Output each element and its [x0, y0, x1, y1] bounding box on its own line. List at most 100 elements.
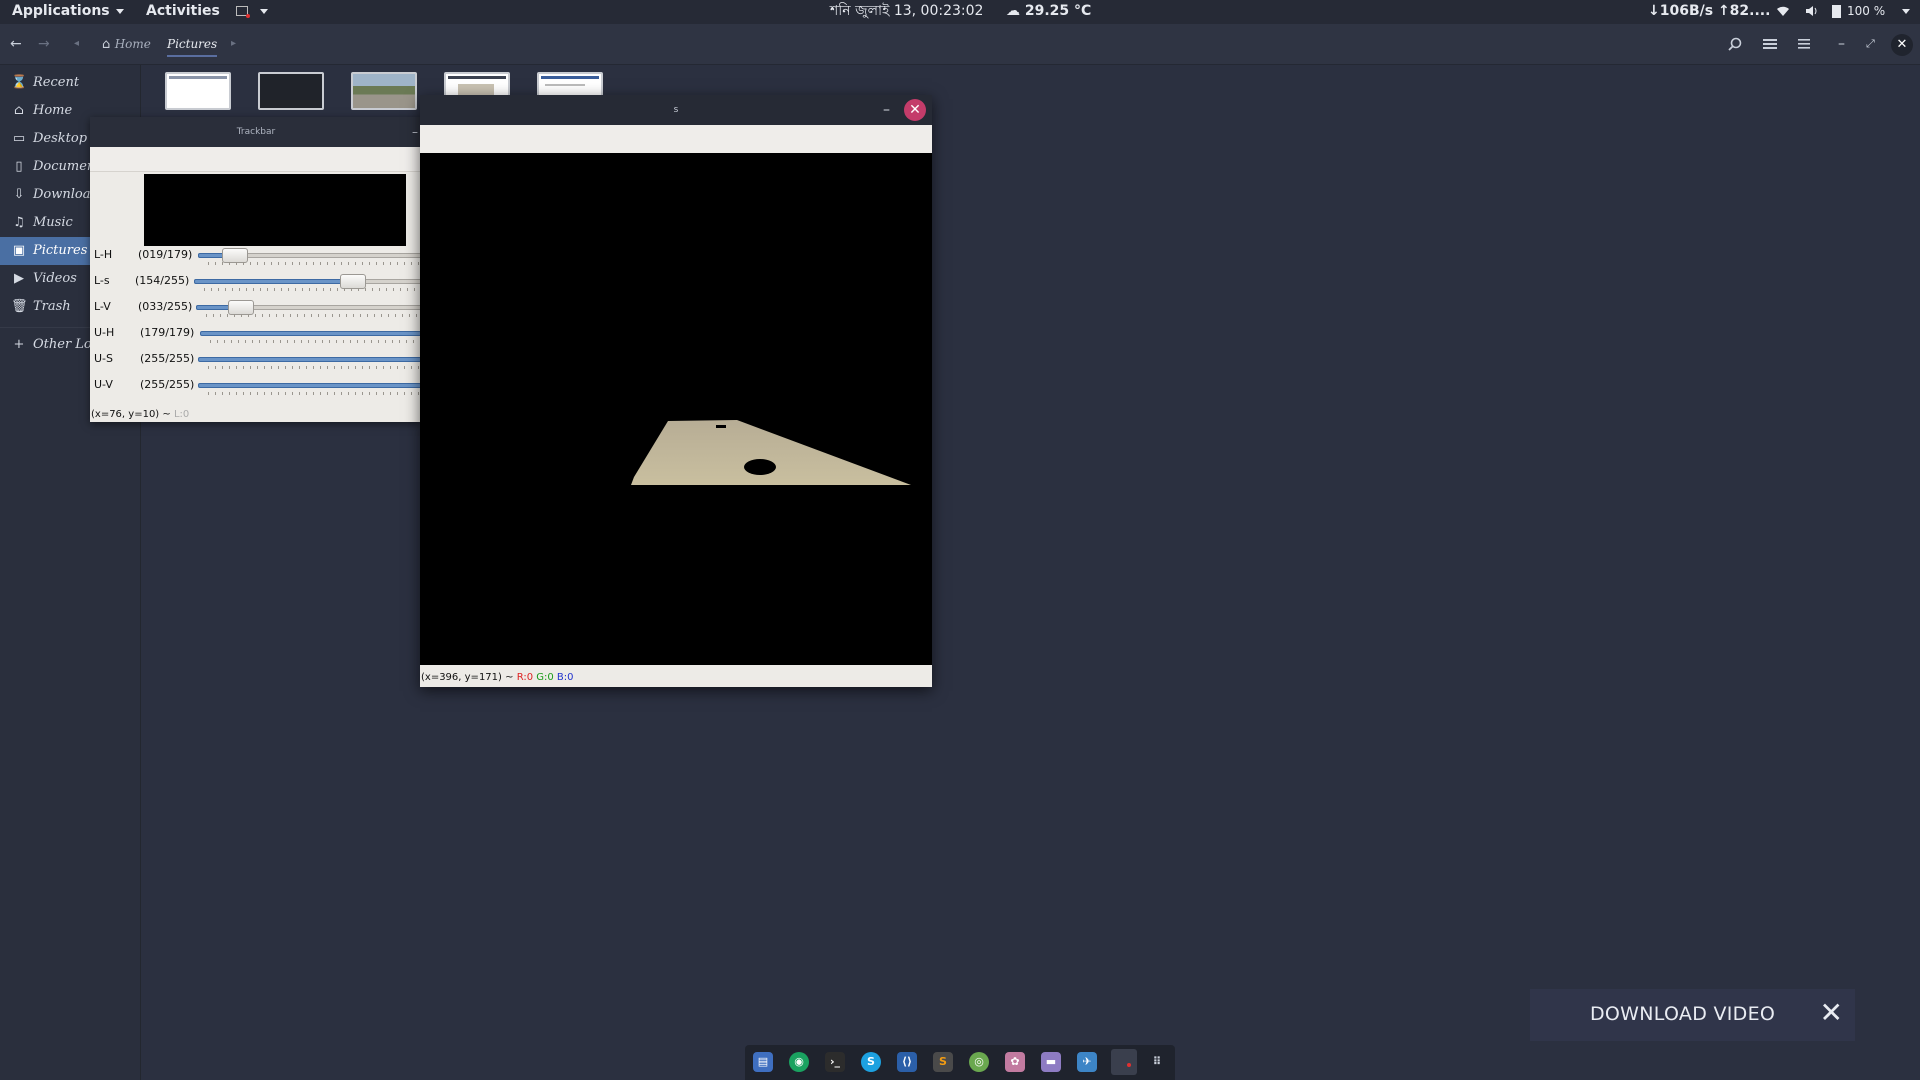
- close-button[interactable]: ✕: [904, 99, 926, 121]
- sidebar-item-label: Home: [33, 103, 73, 118]
- power-menu[interactable]: [1896, 0, 1910, 24]
- status-value: L:0: [173, 409, 190, 420]
- arrow-left-icon: ←: [10, 36, 22, 52]
- skype-icon[interactable]: S: [861, 1052, 881, 1072]
- menu-button[interactable]: [1798, 24, 1810, 64]
- arrow-right-icon: →: [38, 36, 50, 52]
- slider-ticks: [208, 366, 422, 369]
- chevron-down-icon: [115, 8, 124, 14]
- applications-label: Applications: [12, 3, 110, 19]
- volume-icon[interactable]: [1805, 0, 1819, 24]
- slider-row: L-s (154/255): [90, 268, 422, 294]
- weather-icon: ☁: [1006, 3, 1020, 19]
- vscode-icon[interactable]: ⟨⟩: [897, 1052, 917, 1072]
- dock: ▤ ◉ ›_ S ⟨⟩ S ◎ ✿ ▬ ✈ ⠿: [745, 1045, 1175, 1080]
- download-video-label[interactable]: DOWNLOAD VIDEO: [1590, 1003, 1775, 1025]
- android-studio-icon[interactable]: ◎: [969, 1052, 989, 1072]
- maximize-button[interactable]: ⤢: [1866, 24, 1875, 64]
- trackbar-titlebar[interactable]: Trackbar –: [90, 117, 422, 147]
- sidebar-item-label: Music: [33, 215, 73, 230]
- home-icon: ⌂: [14, 103, 24, 118]
- sublime-icon[interactable]: S: [933, 1052, 953, 1072]
- home-icon: ⌂: [102, 37, 111, 52]
- file-manager-headerbar: ← → ◂ ⌂ Home Pictures ▸ – ⤢ ✕: [0, 24, 1920, 65]
- screen-recorder-icon: [236, 6, 250, 18]
- hamburger-icon: [1798, 39, 1810, 49]
- close-icon: ✕: [1891, 34, 1913, 56]
- video-icon: ▶: [14, 271, 24, 286]
- masked-image-canvas[interactable]: [420, 153, 932, 665]
- applications-menu[interactable]: Applications: [12, 0, 124, 24]
- file-thumbnail[interactable]: [351, 72, 417, 110]
- screen-recorder-icon[interactable]: [1111, 1049, 1137, 1075]
- slider-value: (154/255): [135, 274, 190, 287]
- app-grid-icon[interactable]: ⠿: [1147, 1052, 1167, 1072]
- slider-fill[interactable]: [200, 331, 422, 336]
- slider-ticks: [206, 314, 422, 317]
- breadcrumb-home[interactable]: ⌂ Home: [102, 24, 151, 64]
- app-grid-pink-icon[interactable]: ✿: [1005, 1052, 1025, 1072]
- slider-name: L-V: [94, 300, 111, 313]
- slider-fill[interactable]: [198, 357, 422, 362]
- slider-handle[interactable]: [340, 274, 366, 289]
- chat-icon[interactable]: ▬: [1041, 1052, 1061, 1072]
- list-view-icon: [1763, 39, 1777, 49]
- slider-value: (255/255): [140, 352, 195, 365]
- clock[interactable]: শনি জুলাই 13, 00:23:02: [830, 0, 983, 24]
- files-app-icon[interactable]: ▤: [753, 1052, 773, 1072]
- temperature: 29.25 °C: [1024, 3, 1092, 19]
- terminal-icon[interactable]: ›_: [825, 1052, 845, 1072]
- wifi-icon[interactable]: [1776, 0, 1790, 24]
- close-icon: ✕: [909, 102, 921, 118]
- sidebar-item-recent[interactable]: ⌛ Recent: [0, 69, 140, 97]
- s-titlebar[interactable]: s – ✕: [420, 95, 932, 125]
- breadcrumb-scroll-left[interactable]: ◂: [74, 24, 79, 64]
- status-coords: (x=396, y=171) ~: [421, 672, 514, 683]
- chevron-down-icon: [260, 8, 268, 14]
- weather-indicator[interactable]: ☁ 29.25 °C: [1006, 0, 1091, 24]
- breadcrumb-pictures[interactable]: Pictures: [167, 24, 218, 64]
- status-red: R:0: [516, 672, 534, 683]
- music-icon: ♫: [13, 215, 25, 230]
- slider-ticks: [208, 392, 422, 395]
- clock-icon: ⌛: [11, 75, 28, 90]
- slider-name: L-s: [94, 274, 110, 287]
- chevron-right-icon: ▸: [231, 38, 237, 49]
- sidebar-item-label: Trash: [33, 299, 71, 314]
- close-icon[interactable]: ✕: [1820, 999, 1843, 1027]
- status-coords: (x=76, y=10) ~: [91, 409, 171, 420]
- slider-row: L-H (019/179): [90, 242, 422, 268]
- download-video-banner[interactable]: DOWNLOAD VIDEO ✕: [1530, 989, 1855, 1041]
- breadcrumb-scroll-right[interactable]: ▸: [231, 24, 236, 64]
- file-thumbnail[interactable]: [258, 72, 324, 110]
- back-button[interactable]: ←: [10, 24, 22, 64]
- slider-value: (255/255): [140, 378, 195, 391]
- slider-handle[interactable]: [222, 248, 248, 263]
- window-title: s: [673, 105, 679, 115]
- trackbar-toolbar: [90, 147, 422, 172]
- chrome-icon[interactable]: ◉: [789, 1052, 809, 1072]
- top-panel: Applications Activities শনি জুলাই 13, 00…: [0, 0, 1920, 24]
- plane-icon[interactable]: ✈: [1077, 1052, 1097, 1072]
- slider-handle[interactable]: [228, 300, 254, 315]
- app-indicator[interactable]: [236, 0, 268, 24]
- slider-ticks: [204, 288, 422, 291]
- chevron-down-icon: [1902, 8, 1910, 14]
- slider-row: U-H (179/179): [90, 320, 422, 346]
- battery-indicator[interactable]: 100 %: [1832, 0, 1885, 24]
- view-options-button[interactable]: [1763, 24, 1777, 64]
- close-button[interactable]: ✕: [1891, 24, 1913, 64]
- breadcrumb-home-label: Home: [114, 37, 151, 51]
- search-button[interactable]: [1728, 24, 1742, 64]
- sidebar-item-label: Pictures: [33, 243, 88, 258]
- minimize-button[interactable]: –: [1838, 24, 1845, 64]
- status-blue: B:0: [556, 672, 574, 683]
- activities-button[interactable]: Activities: [146, 0, 220, 24]
- slider-fill[interactable]: [198, 383, 422, 388]
- network-speed[interactable]: ↓106B/s ↑82....: [1648, 0, 1770, 24]
- masked-road-image: [631, 420, 911, 485]
- minimize-button[interactable]: –: [883, 95, 890, 125]
- file-thumbnail[interactable]: [165, 72, 231, 110]
- minimize-icon[interactable]: –: [412, 117, 418, 147]
- forward-button[interactable]: →: [38, 24, 50, 64]
